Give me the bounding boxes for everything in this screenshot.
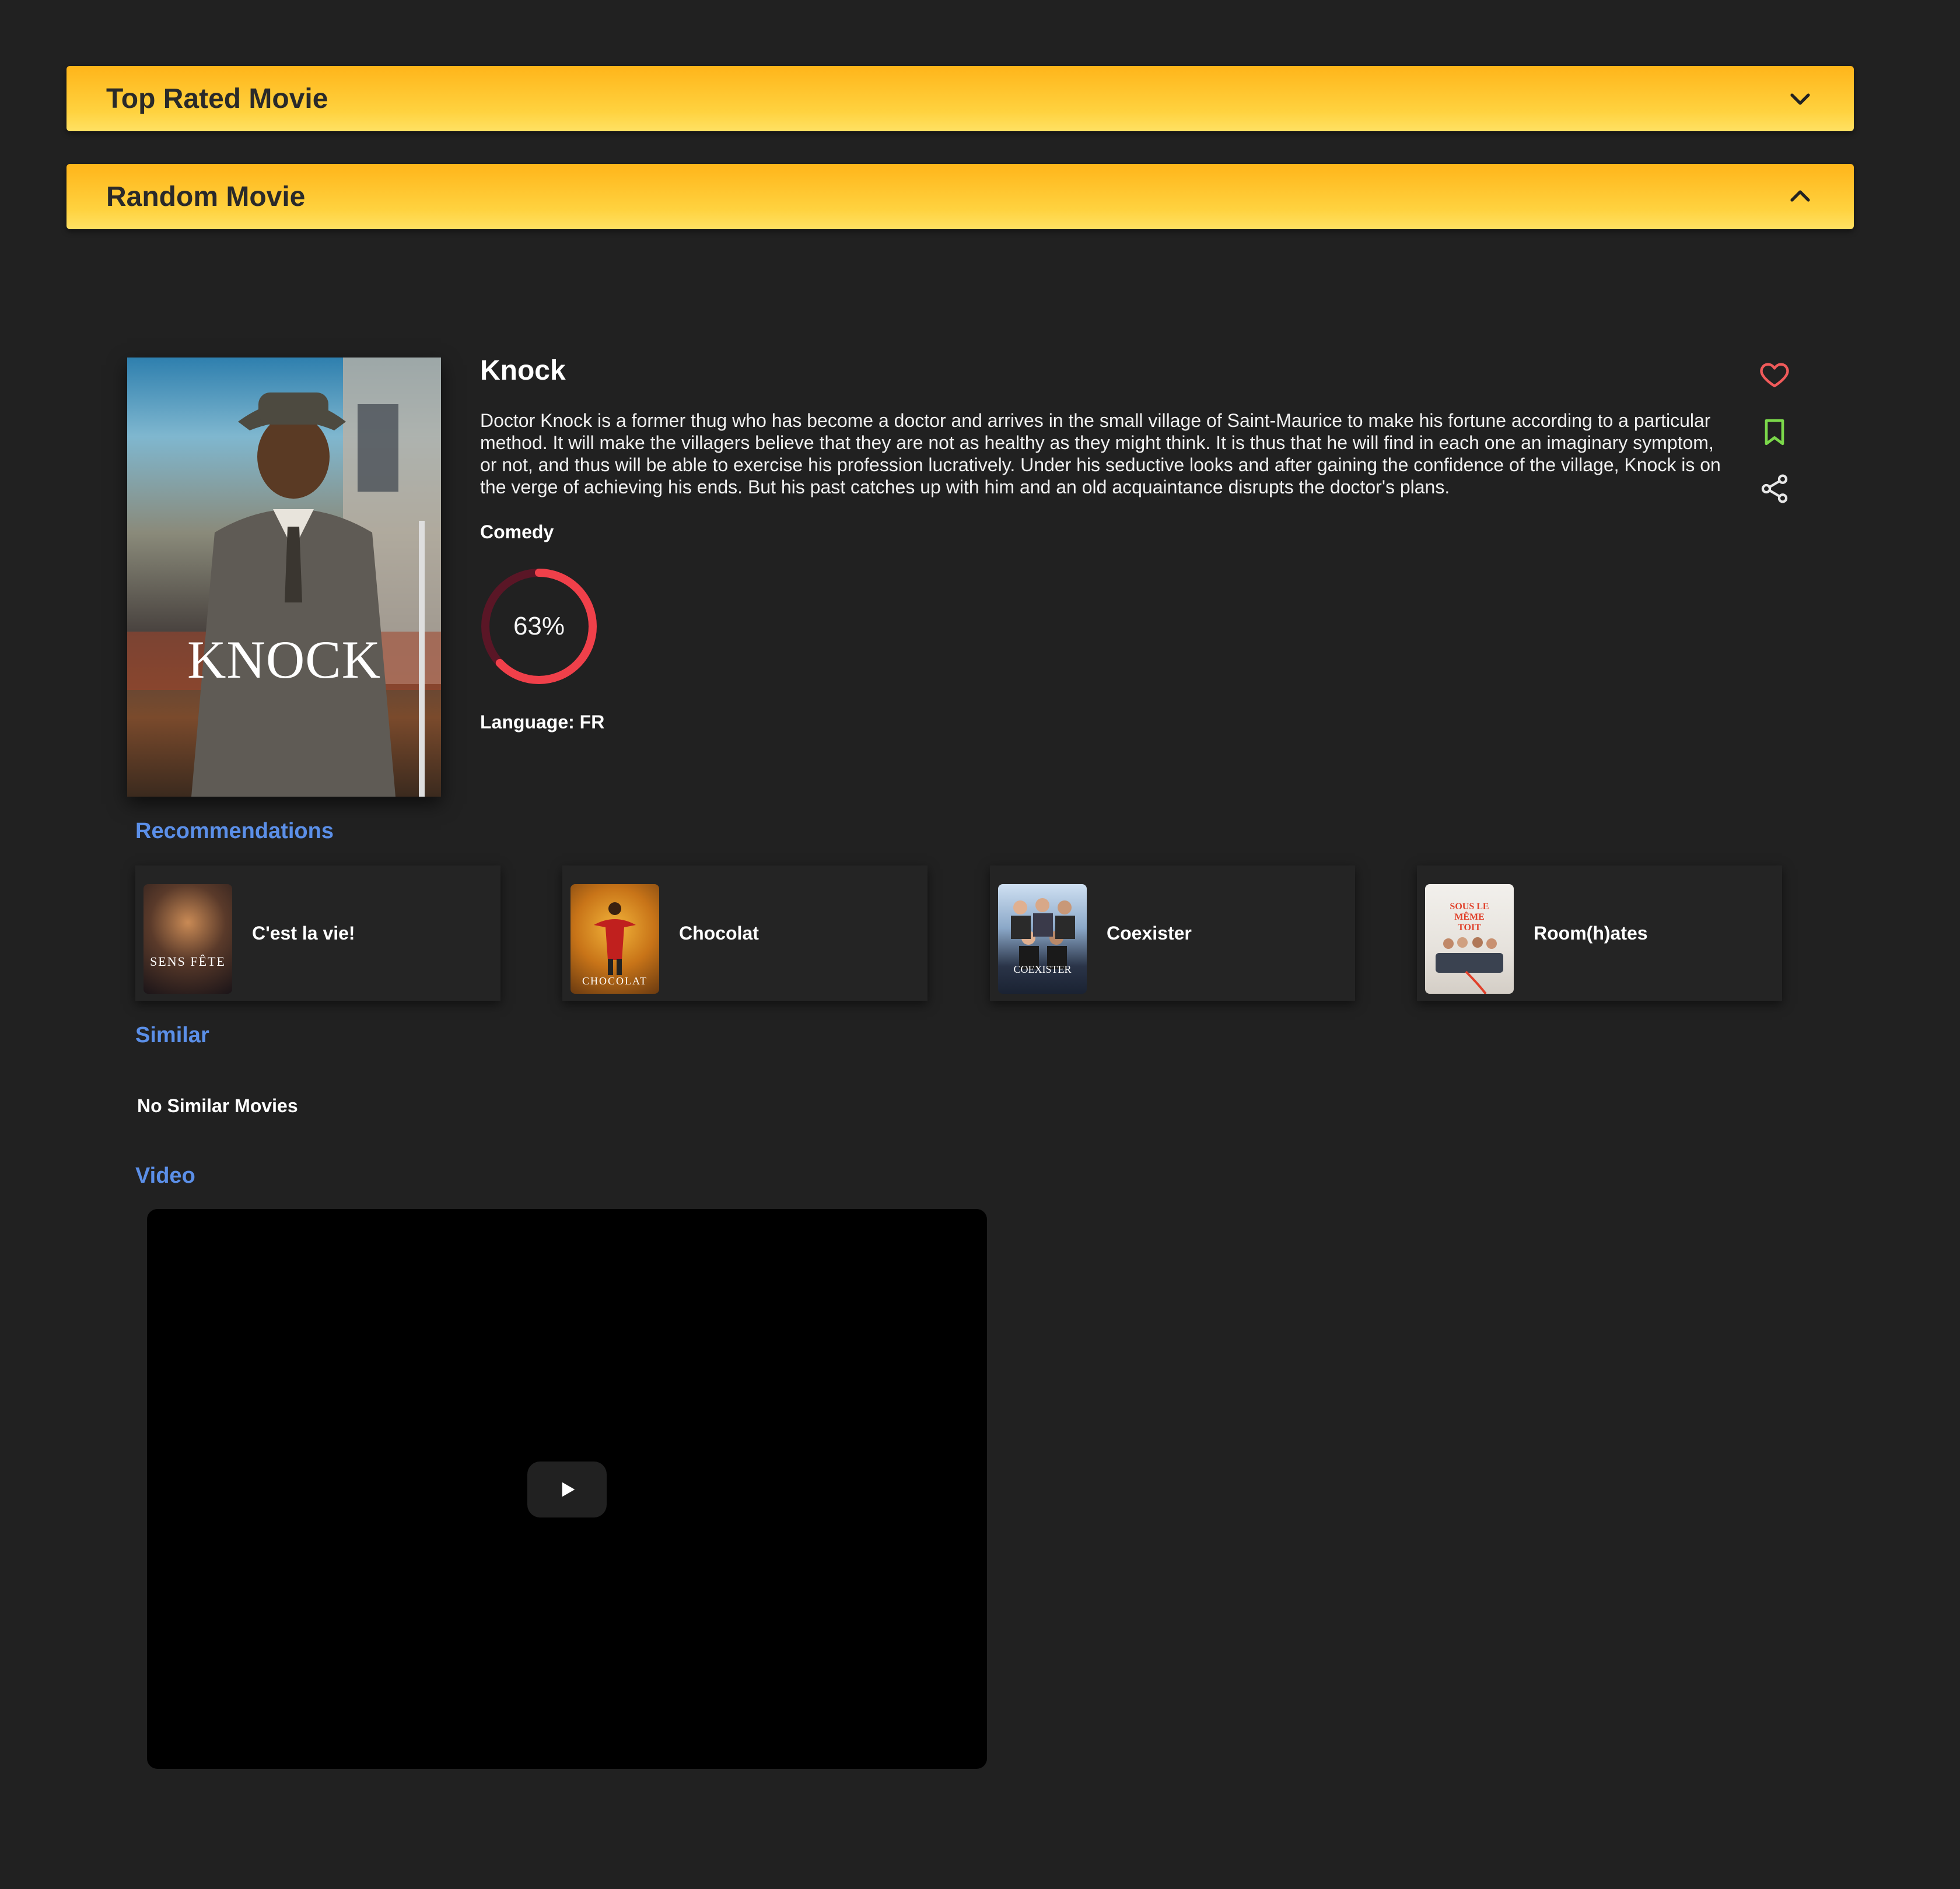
recommendation-title: C'est la vie! <box>252 922 355 944</box>
watchlist-button[interactable] <box>1758 416 1791 448</box>
movie-genre: Comedy <box>480 521 554 542</box>
recommendations-heading: Recommendations <box>135 819 334 843</box>
recommendation-title: Room(h)ates <box>1534 922 1648 944</box>
movie-overview: Doctor Knock is a former thug who has be… <box>480 410 1721 497</box>
accordion-title: Top Rated Movie <box>106 83 328 114</box>
chevron-down-icon <box>1786 85 1814 113</box>
recommendation-title: Coexister <box>1107 922 1192 944</box>
play-button[interactable] <box>527 1462 607 1517</box>
recommendation-poster: COEXISTER <box>998 884 1087 994</box>
recommendation-poster: SOUS LE MÊME TOIT <box>1425 884 1514 994</box>
recommendation-title: Chocolat <box>679 922 759 944</box>
favorite-button[interactable] <box>1758 358 1791 391</box>
movie-language: Language: FR <box>480 712 605 733</box>
video-heading: Video <box>135 1163 195 1188</box>
poster-caption: SOUS LE MÊME TOIT <box>1450 902 1489 933</box>
poster-caption: SENS FÊTE <box>150 954 226 969</box>
share-button[interactable] <box>1758 472 1791 505</box>
bookmark-icon <box>1765 419 1784 446</box>
play-icon <box>562 1482 575 1497</box>
rating-circle: 63% <box>477 565 601 688</box>
recommendation-card[interactable]: SOUS LE MÊME TOIT Room(h)ates <box>1417 865 1782 1001</box>
poster-title: KNOCK <box>187 630 382 689</box>
page: Top Rated Movie Random Movie KNOCK Knock… <box>0 0 1960 1889</box>
chevron-up-icon <box>1786 183 1814 211</box>
movie-poster: KNOCK <box>127 358 441 797</box>
heart-icon <box>1760 363 1789 388</box>
recommendation-poster: SENS FÊTE <box>144 884 232 994</box>
accordion-top-rated[interactable]: Top Rated Movie <box>66 66 1854 131</box>
poster-artwork <box>1436 937 1503 994</box>
recommendation-poster: CHOCOLAT <box>570 884 659 994</box>
poster-caption: CHOCOLAT <box>582 975 648 987</box>
recommendation-card[interactable]: CHOCOLAT Chocolat <box>562 865 928 1001</box>
share-icon <box>1761 474 1788 503</box>
recommendation-card[interactable]: COEXISTER Coexister <box>990 865 1355 1001</box>
accordion-title: Random Movie <box>106 181 306 212</box>
accordion-random-movie[interactable]: Random Movie <box>66 164 1854 229</box>
no-similar-message: No Similar Movies <box>137 1095 298 1116</box>
rating-value: 63% <box>513 612 565 640</box>
poster-caption: COEXISTER <box>1013 963 1072 975</box>
similar-heading: Similar <box>135 1023 209 1047</box>
poster-artwork <box>1011 898 1075 969</box>
poster-artwork <box>127 358 441 797</box>
movie-title: Knock <box>480 355 566 386</box>
recommendation-card[interactable]: SENS FÊTE C'est la vie! <box>135 865 501 1001</box>
